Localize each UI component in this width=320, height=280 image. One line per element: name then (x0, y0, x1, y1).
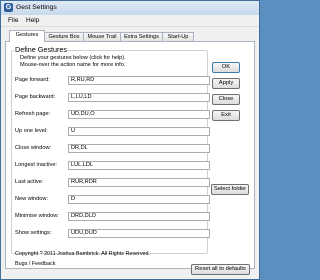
menu-file[interactable]: File (8, 17, 18, 24)
exit-button[interactable]: Exit (212, 110, 240, 121)
input-refresh-page[interactable]: UD,DU,O (68, 110, 210, 119)
label-page-forward[interactable]: Page forward: (15, 77, 50, 83)
reset-defaults-button[interactable]: Reset all to defaults (191, 264, 250, 275)
intro-text-1[interactable]: Define your gestures below (click for he… (20, 55, 126, 62)
tab-extra-settings[interactable]: Extra Settings (120, 32, 163, 41)
window-title: Gest Settings (16, 4, 57, 11)
tab-start-up[interactable]: Start-Up (162, 32, 194, 41)
input-longest-inactive[interactable]: LUL,LDL (68, 161, 210, 170)
menu-bar: File Help (1, 15, 259, 27)
label-page-backward[interactable]: Page backward: (15, 94, 55, 100)
label-refresh-page[interactable]: Refresh page: (15, 111, 50, 117)
intro-text-2: Mouse-over the action name for more info… (20, 62, 126, 68)
settings-window: G Gest Settings File Help Gestures Gestu… (0, 0, 260, 280)
tab-mouse-trail[interactable]: Mouse Trail (83, 32, 121, 41)
input-page-backward[interactable]: L,LU,LD (68, 93, 210, 102)
bugs-feedback-link[interactable]: Bugs / Feedback (15, 261, 55, 267)
label-last-active[interactable]: Last active: (15, 179, 43, 185)
input-page-forward[interactable]: R,RU,RD (68, 76, 210, 85)
label-up-one-level[interactable]: Up one level: (15, 128, 48, 134)
select-folder-button[interactable]: Select folder (211, 184, 249, 195)
input-up-one-level[interactable]: U (68, 127, 210, 136)
input-close-window[interactable]: DR,DL (68, 144, 210, 153)
tab-gesture-box[interactable]: Gesture Box (44, 32, 84, 41)
close-button[interactable]: Close (212, 94, 240, 105)
apply-button[interactable]: Apply (212, 78, 240, 89)
input-new-window[interactable]: D (68, 195, 210, 204)
app-icon: G (4, 3, 13, 12)
label-minimise-window[interactable]: Minimise window: (15, 213, 59, 219)
tab-gestures[interactable]: Gestures (9, 30, 45, 42)
label-longest-inactive[interactable]: Longest inactive: (15, 162, 57, 168)
input-minimise-window[interactable]: DRD,DLD (68, 212, 210, 221)
label-new-window[interactable]: New window: (15, 196, 48, 202)
input-show-settings[interactable]: UDU,DUD (68, 229, 210, 238)
gestures-panel: Define Gestures Define your gestures bel… (5, 41, 255, 275)
label-show-settings[interactable]: Show settings: (15, 230, 51, 236)
copyright-text: Copyright ? 2011 Joshua Bambrick. All Ri… (15, 251, 151, 257)
group-title: Define Gestures (14, 45, 68, 54)
title-bar[interactable]: G Gest Settings (1, 1, 259, 15)
ok-button[interactable]: OK (212, 62, 240, 73)
label-close-window[interactable]: Close window: (15, 145, 51, 151)
input-last-active[interactable]: RUR,RDR (68, 178, 210, 187)
menu-help[interactable]: Help (26, 17, 39, 24)
